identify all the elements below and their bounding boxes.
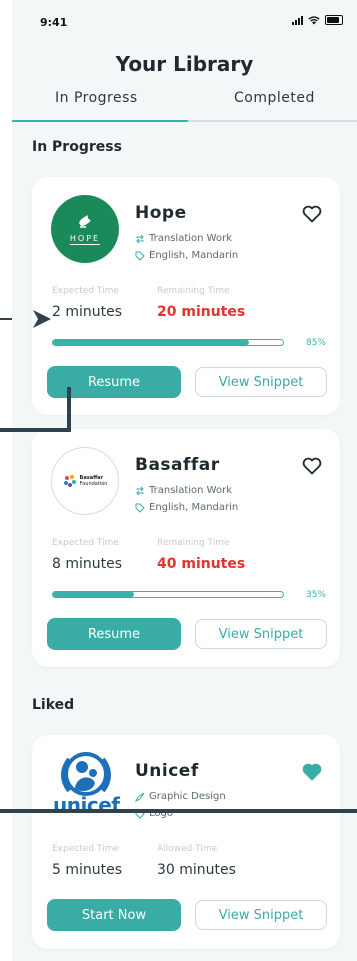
progress-bar (52, 591, 284, 598)
dove-hand-icon (78, 214, 91, 228)
progress-bar (52, 339, 284, 346)
remaining-time-label: Remaining Time (157, 538, 230, 548)
expected-time-value: 5 minutes (52, 862, 123, 878)
tag-icon (135, 503, 145, 513)
work-type: Translation Work (149, 233, 232, 244)
heart-outline-icon[interactable] (302, 457, 322, 475)
annotation-line (0, 809, 357, 813)
basaffar-logo: Basaffar Foundation (51, 447, 119, 515)
meta-type: Translation Work (135, 233, 232, 244)
signal-icon (292, 15, 303, 25)
unicef-logo-text: unicef (53, 793, 120, 817)
progress-percent: 35% (305, 590, 326, 600)
heart-filled-icon[interactable] (302, 763, 322, 781)
view-snippet-button[interactable]: View Snippet (195, 619, 327, 649)
allowed-time-label: Allowed Time (157, 844, 218, 854)
expected-time-label: Expected Time (52, 286, 119, 296)
progress-fill (53, 592, 134, 597)
card-title: Basaffar (135, 455, 220, 475)
meta-type: Translation Work (135, 485, 232, 496)
start-now-button[interactable]: Start Now (47, 899, 181, 931)
expected-time-value: 8 minutes (52, 556, 123, 572)
library-card-basaffar: Basaffar Foundation Basaffar Translation… (32, 429, 340, 667)
remaining-time-value: 40 minutes (157, 556, 246, 572)
tab-in-progress[interactable]: In Progress (55, 90, 138, 106)
status-bar: 9:41 (12, 0, 357, 40)
section-title-in-progress: In Progress (32, 139, 122, 155)
meta-type: Graphic Design (135, 791, 226, 802)
annotation-arrow-icon (33, 310, 51, 328)
page-title: Your Library (115, 52, 254, 76)
status-icons (292, 15, 343, 25)
wifi-icon (308, 15, 320, 24)
repeat-icon (136, 486, 144, 495)
annotation-line (67, 387, 71, 431)
annotation-line (0, 318, 12, 320)
progress-fill (53, 340, 249, 345)
hope-logo: HOPE (51, 195, 119, 263)
expected-time-label: Expected Time (52, 844, 119, 854)
tag-icon (135, 251, 145, 261)
status-time: 9:41 (40, 16, 68, 29)
active-tab-indicator (12, 120, 188, 122)
view-snippet-button[interactable]: View Snippet (195, 367, 327, 397)
library-card-unicef: unicef Unicef Graphic Design Logo Expect… (32, 735, 340, 949)
annotation-line (0, 428, 71, 432)
remaining-time-value: 20 minutes (157, 304, 246, 320)
expected-time-label: Expected Time (52, 538, 119, 548)
meta-languages: English, Mandarin (135, 250, 238, 261)
remaining-time-label: Remaining Time (157, 286, 230, 296)
battery-icon (325, 15, 343, 25)
languages: English, Mandarin (149, 502, 239, 513)
resume-button[interactable]: Resume (47, 618, 181, 650)
card-title: Unicef (135, 761, 199, 781)
app-screen: 9:41 Your Library In Progress Completed … (12, 0, 357, 961)
allowed-time-value: 30 minutes (157, 862, 236, 878)
card-title: Hope (135, 203, 187, 223)
hope-logo-text: HOPE (69, 233, 101, 245)
dots-cluster-icon (63, 475, 76, 487)
basaffar-logo-subtext: Foundation (79, 481, 108, 487)
tab-completed[interactable]: Completed (234, 90, 315, 106)
view-snippet-button[interactable]: View Snippet (195, 900, 327, 930)
work-type: Translation Work (149, 485, 232, 496)
library-card-hope: HOPE Hope Translation Work English, Mand… (32, 177, 340, 415)
unicef-emblem-icon (61, 752, 111, 796)
languages: English, Mandarin (149, 250, 239, 261)
design-icon (135, 792, 145, 802)
meta-languages: English, Mandarin (135, 502, 238, 513)
progress-percent: 85% (305, 338, 326, 348)
work-type: Graphic Design (149, 791, 226, 802)
tab-bar: In Progress Completed (12, 88, 357, 122)
heart-outline-icon[interactable] (302, 205, 322, 223)
expected-time-value: 2 minutes (52, 304, 123, 320)
section-title-liked: Liked (32, 697, 75, 713)
repeat-icon (136, 234, 144, 243)
